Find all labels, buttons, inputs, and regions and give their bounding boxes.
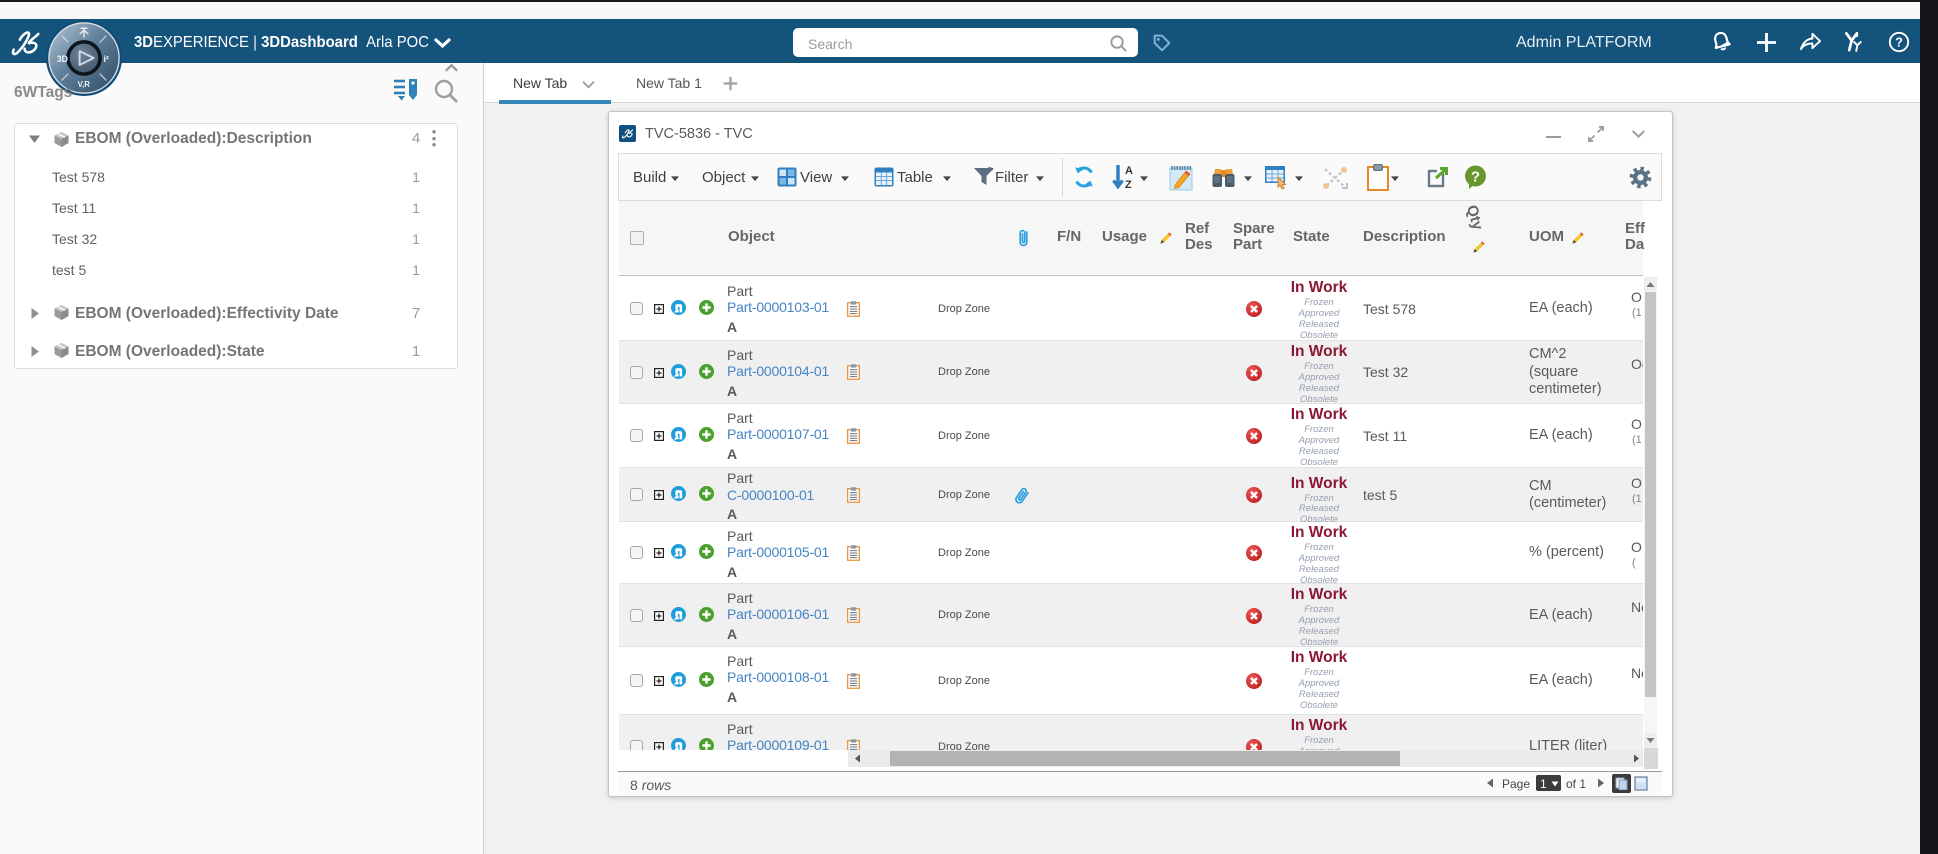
svg-text:i²: i² <box>104 54 109 64</box>
svg-text:V,R: V,R <box>78 80 91 89</box>
svg-text:?: ? <box>1471 168 1480 185</box>
svg-text:A: A <box>1125 165 1133 177</box>
svg-text:?: ? <box>1895 36 1903 50</box>
svg-text:Z: Z <box>1125 179 1132 191</box>
svg-text:3D: 3D <box>57 54 68 64</box>
